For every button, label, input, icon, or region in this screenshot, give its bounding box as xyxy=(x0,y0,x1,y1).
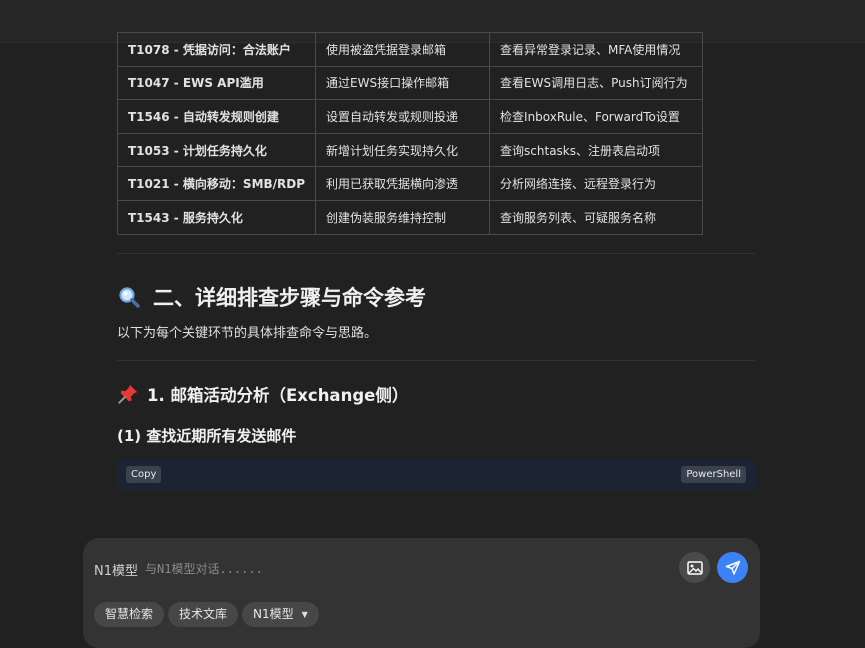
model-select-dropdown[interactable]: N1模型 ▼ xyxy=(242,602,319,627)
code-language-label: PowerShell xyxy=(681,466,746,483)
pushpin-icon xyxy=(118,384,138,404)
table-row: T1021 - 横向移动：SMB/RDP 利用已获取凭据横向渗透 分析网络连接、… xyxy=(116,166,703,201)
chat-composer: N1模型 智慧检索 技术文库 N1模型 ▼ xyxy=(83,538,760,648)
model-select-label: N1模型 xyxy=(253,607,294,621)
table-cell-detection: 分析网络连接、远程登录行为 xyxy=(489,166,703,201)
section-title: 二、详细排查步骤与命令参考 xyxy=(153,285,426,310)
table-cell-description: 创建伪装服务维持控制 xyxy=(315,199,491,235)
tech-library-chip[interactable]: 技术文库 xyxy=(168,602,239,627)
model-label: N1模型 xyxy=(94,564,138,579)
magnifier-icon xyxy=(119,286,140,308)
table-row: T1543 - 服务持久化 创建伪装服务维持控制 查询服务列表、可疑服务名称 xyxy=(116,199,703,235)
image-icon xyxy=(686,560,703,575)
table-cell-technique: T1047 - EWS API滥用 xyxy=(116,65,317,101)
subsection-heading: 1. 邮箱活动分析（Exchange侧） xyxy=(117,382,757,406)
section-heading: 二、详细排查步骤与命令参考 xyxy=(117,282,757,312)
table-row: T1053 - 计划任务持久化 新增计划任务实现持久化 查询schtasks、注… xyxy=(116,132,703,168)
caret-down-icon: ▼ xyxy=(301,610,308,619)
table-cell-technique: T1546 - 自动转发规则创建 xyxy=(116,99,317,134)
table-cell-detection: 查询schtasks、注册表启动项 xyxy=(489,132,703,168)
table-cell-detection: 查询服务列表、可疑服务名称 xyxy=(489,199,703,235)
threat-table: T1078 - 凭据访问：合法账户 使用被盗凭据登录邮箱 查看异常登录记录、MF… xyxy=(116,32,703,235)
code-block: Copy PowerShell xyxy=(117,459,755,490)
divider xyxy=(117,359,755,361)
section-intro: 以下为每个关键环节的具体排查命令与思路。 xyxy=(117,325,378,341)
subsection-title: 1. 邮箱活动分析（Exchange侧） xyxy=(147,385,409,405)
chat-input[interactable] xyxy=(143,558,667,580)
message-content: T1078 - 凭据访问：合法账户 使用被盗凭据登录邮箱 查看异常登录记录、MF… xyxy=(116,32,757,446)
table-cell-description: 新增计划任务实现持久化 xyxy=(315,132,491,168)
step-title: (1) 查找近期所有发送邮件 xyxy=(117,426,297,445)
table-cell-detection: 查看EWS调用日志、Push订阅行为 xyxy=(489,65,703,101)
table-cell-technique: T1053 - 计划任务持久化 xyxy=(116,132,317,168)
send-button[interactable] xyxy=(717,552,748,583)
table-cell-description: 利用已获取凭据横向渗透 xyxy=(315,166,491,201)
table-row: T1546 - 自动转发规则创建 设置自动转发或规则投递 检查InboxRule… xyxy=(116,99,703,134)
table-cell-description: 通过EWS接口操作邮箱 xyxy=(315,65,491,101)
smart-search-chip[interactable]: 智慧检索 xyxy=(94,602,165,627)
table-cell-technique: T1543 - 服务持久化 xyxy=(116,199,317,235)
send-icon xyxy=(725,560,740,575)
table-row: T1047 - EWS API滥用 通过EWS接口操作邮箱 查看EWS调用日志、… xyxy=(116,65,703,101)
table-cell-description: 使用被盗凭据登录邮箱 xyxy=(315,32,491,67)
divider xyxy=(117,252,755,254)
copy-button[interactable]: Copy xyxy=(126,466,162,483)
table-cell-detection: 检查InboxRule、ForwardTo设置 xyxy=(489,99,703,134)
table-cell-technique: T1021 - 横向移动：SMB/RDP xyxy=(116,166,317,201)
upload-image-button[interactable] xyxy=(679,552,710,583)
table-row: T1078 - 凭据访问：合法账户 使用被盗凭据登录邮箱 查看异常登录记录、MF… xyxy=(116,32,703,67)
table-cell-detection: 查看异常登录记录、MFA使用情况 xyxy=(489,32,703,67)
table-cell-technique: T1078 - 凭据访问：合法账户 xyxy=(116,32,317,67)
table-cell-description: 设置自动转发或规则投递 xyxy=(315,99,491,134)
